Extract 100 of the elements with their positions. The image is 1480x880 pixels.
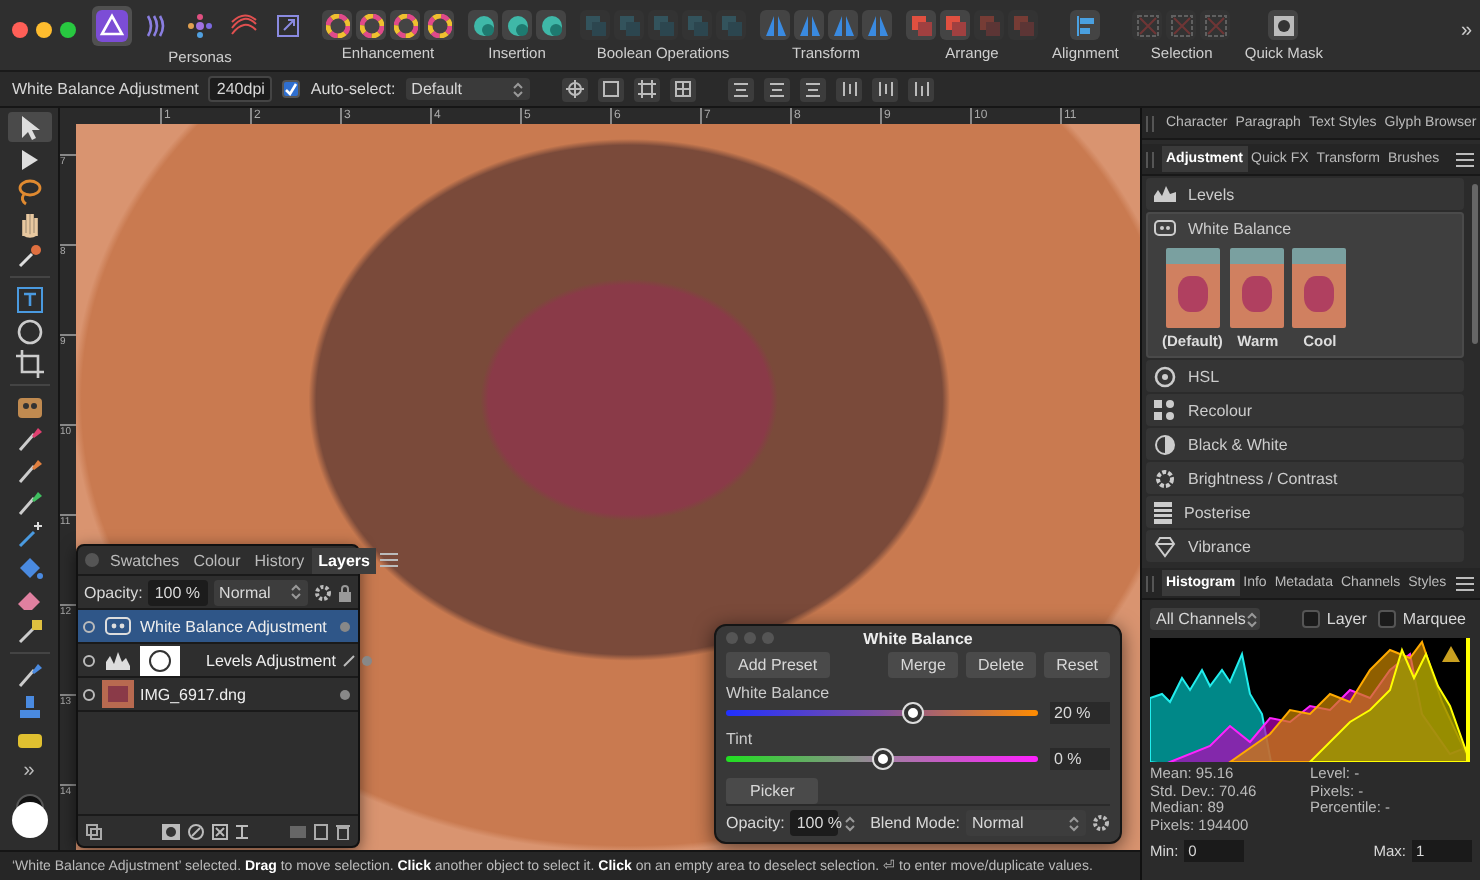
align-top-icon	[839, 80, 858, 98]
squares-icon	[943, 13, 967, 37]
frame-button[interactable]	[597, 77, 624, 101]
checkbox[interactable]	[1302, 610, 1321, 628]
visibility-icon	[82, 619, 96, 633]
adjustment-item[interactable]: Brightness / Contrast	[1146, 462, 1464, 494]
adjustment-item[interactable]: Black & White	[1146, 428, 1464, 460]
picker-button[interactable]: Picker	[726, 778, 819, 804]
panel-tab[interactable]: History	[248, 547, 311, 573]
checkbox[interactable]	[1378, 610, 1397, 628]
slider-thumb[interactable]	[873, 750, 891, 768]
mode-dropdown[interactable]: Default	[405, 78, 530, 100]
add-layer-icon	[314, 823, 328, 839]
brush-icon	[13, 423, 45, 455]
toolbar-button[interactable]	[828, 10, 858, 40]
adjustment-item[interactable]: Posterise	[1146, 496, 1464, 528]
squares-icon	[909, 13, 933, 37]
scrollbar[interactable]	[1471, 184, 1477, 344]
align-top-button[interactable]	[835, 77, 862, 101]
toolbar-button[interactable]	[356, 10, 386, 40]
adjustment-label: HSL	[1188, 367, 1220, 385]
checkbox-label: Auto-select:	[310, 80, 396, 98]
checkbox[interactable]	[282, 80, 301, 98]
zoom-button[interactable]	[60, 22, 76, 38]
blend-mode-dropdown[interactable]: Normal	[966, 810, 1086, 836]
gear-icon	[314, 583, 332, 601]
adjustment-icon	[188, 823, 204, 839]
dialog-button[interactable]: Merge	[888, 651, 958, 678]
brush-icon	[13, 659, 45, 691]
overflow-button[interactable]: »	[23, 760, 35, 782]
blend-mode-dropdown[interactable]: Normal	[213, 579, 308, 605]
channel-dropdown[interactable]: All Channels	[1150, 608, 1260, 630]
adjustment-item[interactable]: Vibrance	[1146, 530, 1464, 562]
opacity-field[interactable]: 100 %	[790, 810, 839, 836]
layer-row[interactable]: White Balance Adjustment	[78, 610, 358, 644]
toolbar-button[interactable]	[862, 10, 892, 40]
slider-thumb[interactable]	[904, 704, 923, 722]
adjustment-item[interactable]: HSL	[1146, 360, 1464, 392]
bars-icon	[1073, 13, 1098, 37]
panel-tab[interactable]: Layers	[312, 547, 376, 573]
visibility-icon	[82, 687, 96, 701]
toolbar-button[interactable]	[760, 10, 790, 40]
persona-button[interactable]	[92, 6, 132, 46]
toolbar-button[interactable]	[906, 10, 936, 40]
crosshair-button[interactable]	[561, 77, 588, 101]
checkbox-label: Layer	[1326, 610, 1367, 628]
toolbar-button[interactable]	[322, 10, 352, 40]
preset-thumbnail[interactable]	[1165, 248, 1220, 328]
toolbar-button[interactable]	[424, 10, 454, 40]
opacity-label: Opacity:	[84, 583, 143, 601]
toolbar-button[interactable]	[468, 10, 498, 40]
adjustment-item[interactable]: Levels	[1146, 178, 1464, 210]
adjustment-item[interactable]: Recolour	[1146, 394, 1464, 426]
align-center-button[interactable]	[763, 77, 790, 101]
layer-row[interactable]: IMG_6917.dng	[78, 678, 358, 712]
toolbar-button[interactable]	[536, 10, 566, 40]
toolbar-button[interactable]	[1268, 10, 1299, 40]
layer-row[interactable]: Levels Adjustment	[78, 644, 358, 678]
grid-icon	[1203, 13, 1228, 37]
toolbar-button[interactable]	[940, 10, 970, 40]
close-button[interactable]	[12, 22, 28, 38]
align-left-button[interactable]	[727, 77, 754, 101]
dialog-button[interactable]: Add Preset	[726, 651, 830, 678]
panel-tab[interactable]: Swatches	[104, 547, 186, 573]
dialog-button[interactable]: Delete	[965, 651, 1037, 678]
align-right-icon	[803, 80, 822, 98]
squares-icon	[583, 13, 607, 37]
value-field[interactable]: 20 %	[1050, 702, 1110, 724]
color-wheel-icon	[1154, 365, 1176, 387]
adjustment-label: Vibrance	[1188, 537, 1251, 555]
value-field[interactable]: 0 %	[1050, 748, 1110, 770]
crosshair-icon	[565, 80, 584, 98]
toolbar-button[interactable]	[794, 10, 824, 40]
minimize-button[interactable]	[36, 22, 52, 38]
align-bottom-button[interactable]	[907, 77, 934, 101]
panel-tab[interactable]: Colour	[187, 547, 247, 573]
adjustment-label: Black & White	[1188, 435, 1288, 453]
crop-icon	[13, 347, 45, 379]
overflow-button[interactable]: »	[1460, 0, 1472, 42]
export-icon	[274, 12, 302, 40]
toolbar-button[interactable]	[390, 10, 420, 40]
checkmark-icon	[284, 82, 299, 96]
align-left-icon	[731, 80, 750, 98]
dialog-button[interactable]: Reset	[1044, 651, 1110, 678]
opacity-field[interactable]: 100 %	[148, 579, 208, 605]
align-right-button[interactable]	[799, 77, 826, 101]
preset-thumbnail[interactable]	[1230, 248, 1285, 328]
tool-button[interactable]	[7, 112, 51, 142]
effects-icon	[212, 823, 228, 839]
grid-button[interactable]	[669, 77, 696, 101]
wand-icon	[13, 519, 45, 551]
toolbar-button[interactable]	[502, 10, 532, 40]
triangles-icon	[831, 13, 855, 37]
resolution-field[interactable]: 240dpi	[208, 76, 273, 102]
preset-thumbnail[interactable]	[1292, 248, 1347, 328]
frame-button[interactable]	[633, 77, 660, 101]
align-middle-button[interactable]	[871, 77, 898, 101]
toolbar-button[interactable]	[1070, 10, 1101, 40]
bubble-icon	[471, 13, 495, 37]
squares-icon	[685, 13, 709, 37]
